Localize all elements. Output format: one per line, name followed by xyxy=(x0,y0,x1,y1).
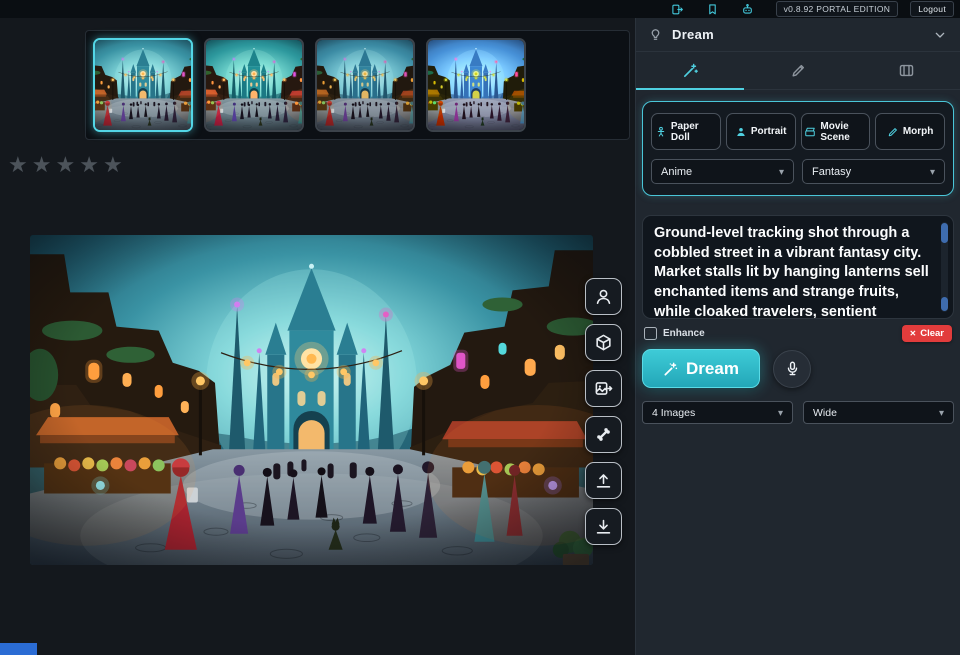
rating-stars[interactable]: ★ ★ ★ ★ ★ xyxy=(8,154,123,176)
chevron-down-icon xyxy=(778,407,783,419)
panel-title: Dream xyxy=(672,27,714,42)
wand-icon xyxy=(682,62,699,79)
style-select[interactable]: Anime xyxy=(651,159,794,184)
aspect-ratio-select[interactable]: Wide xyxy=(803,401,954,424)
aspect-ratio-value: Wide xyxy=(813,407,837,419)
pencil-icon xyxy=(887,126,899,138)
panel-header: Dream xyxy=(636,18,960,52)
cube-icon xyxy=(594,333,613,352)
bot-icon[interactable] xyxy=(741,3,754,16)
chevron-down-icon xyxy=(930,166,935,178)
download-tool-button[interactable] xyxy=(585,508,622,545)
export-icon[interactable] xyxy=(671,3,684,16)
clear-button[interactable]: Clear xyxy=(902,325,952,342)
chevron-down-icon xyxy=(779,166,784,178)
cube-tool-button[interactable] xyxy=(585,324,622,361)
upload-tool-button[interactable] xyxy=(585,462,622,499)
bone-tool-button[interactable] xyxy=(585,416,622,453)
style-select-value: Anime xyxy=(661,166,692,178)
app-root: v0.8.92 PORTAL EDITION Logout ★ ★ ★ ★ ★ xyxy=(0,0,960,655)
storyboard-icon xyxy=(898,62,915,79)
paper-doll-icon xyxy=(655,126,667,138)
enhance-checkbox[interactable] xyxy=(644,327,657,340)
bookmark-icon[interactable] xyxy=(706,3,719,16)
brush-icon xyxy=(790,62,807,79)
enhance-row: Enhance Clear xyxy=(644,325,952,342)
tab-wand[interactable] xyxy=(636,52,744,89)
microphone-icon xyxy=(784,360,801,377)
theme-select-value: Fantasy xyxy=(812,166,851,178)
upload-icon xyxy=(594,471,613,490)
logout-button[interactable]: Logout xyxy=(910,1,954,18)
image-tools xyxy=(585,278,622,545)
thumbnail-1[interactable] xyxy=(93,38,193,132)
dream-button[interactable]: Dream xyxy=(642,349,760,388)
star-icon[interactable]: ★ xyxy=(32,154,52,176)
image-count-select[interactable]: 4 Images xyxy=(642,401,793,424)
image-export-icon xyxy=(594,379,613,398)
close-icon xyxy=(910,328,917,339)
star-icon[interactable]: ★ xyxy=(55,154,75,176)
scrollbar-thumb[interactable] xyxy=(941,223,948,243)
tab-storyboard[interactable] xyxy=(852,52,960,89)
bottom-left-accent xyxy=(0,643,37,655)
output-selects: 4 Images Wide xyxy=(642,401,954,424)
prompt-input[interactable]: Ground-level tracking shot through a cob… xyxy=(642,215,954,319)
prompt-scrollbar[interactable] xyxy=(941,222,948,312)
star-icon[interactable]: ★ xyxy=(103,154,123,176)
prompt-text: Ground-level tracking shot through a cob… xyxy=(654,225,929,319)
version-badge: v0.8.92 PORTAL EDITION xyxy=(776,1,899,18)
scrollbar-bottom[interactable] xyxy=(941,297,948,311)
generation-filmstrip xyxy=(85,30,630,140)
export-image-tool-button[interactable] xyxy=(585,370,622,407)
bulb-icon xyxy=(648,27,663,42)
microphone-button[interactable] xyxy=(773,350,811,388)
generated-image xyxy=(30,235,593,565)
dream-row: Dream xyxy=(642,349,954,388)
image-count-value: 4 Images xyxy=(652,407,695,419)
dream-panel: Dream xyxy=(635,18,960,655)
person-icon xyxy=(594,287,613,306)
thumbnail-3[interactable] xyxy=(315,38,415,132)
preset-selects: Anime Fantasy xyxy=(651,159,945,184)
chevron-down-icon[interactable] xyxy=(932,27,948,43)
panel-tabs xyxy=(636,52,960,90)
tab-brush[interactable] xyxy=(744,52,852,89)
preset-movie-scene-button[interactable]: Movie Scene xyxy=(801,113,871,150)
wand-icon xyxy=(663,361,679,377)
preset-paper-doll-button[interactable]: Paper Doll xyxy=(651,113,721,150)
bone-icon xyxy=(594,425,613,444)
theme-select[interactable]: Fantasy xyxy=(802,159,945,184)
preset-portrait-button[interactable]: Portrait xyxy=(726,113,796,150)
star-icon[interactable]: ★ xyxy=(8,154,28,176)
preset-morph-button[interactable]: Morph xyxy=(875,113,945,150)
thumbnail-4[interactable] xyxy=(426,38,526,132)
portrait-icon xyxy=(735,126,747,138)
portrait-tool-button[interactable] xyxy=(585,278,622,315)
preset-box: Paper Doll Portrait Movie Scene xyxy=(642,101,954,196)
canvas-area: ★ ★ ★ ★ ★ xyxy=(0,18,635,655)
enhance-label: Enhance xyxy=(663,328,705,339)
preset-buttons: Paper Doll Portrait Movie Scene xyxy=(651,113,945,150)
chevron-down-icon xyxy=(939,407,944,419)
thumbnail-2[interactable] xyxy=(204,38,304,132)
download-icon xyxy=(594,517,613,536)
top-bar: v0.8.92 PORTAL EDITION Logout xyxy=(0,0,960,18)
clapperboard-icon xyxy=(804,126,816,138)
star-icon[interactable]: ★ xyxy=(79,154,99,176)
